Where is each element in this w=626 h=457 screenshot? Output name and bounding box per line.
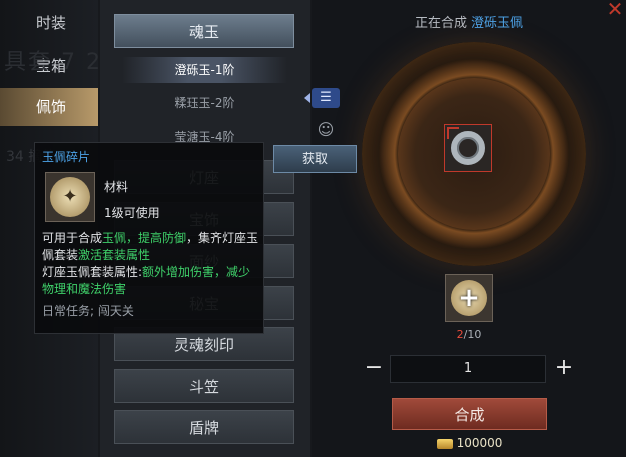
tooltip-item-type: 材料 — [104, 180, 129, 194]
desc-highlight: 玉佩，提高防御 — [102, 231, 187, 245]
tooltip-fragment-mark-icon: ✦ — [62, 186, 78, 207]
desc-highlight: 激活套装属性 — [78, 248, 151, 262]
character-icon[interactable]: ☺ — [316, 120, 336, 142]
category-button-shield[interactable]: 盾牌 — [114, 410, 294, 444]
category-label: 佩饰 — [36, 98, 67, 116]
tooltip-item-name: 玉佩碎片 — [42, 150, 91, 164]
category-header-button[interactable]: 魂玉 — [114, 14, 294, 48]
gold-icon — [436, 438, 453, 449]
material-have: 2 — [456, 328, 464, 341]
obtain-button[interactable]: 获取 — [273, 145, 357, 173]
decrease-quantity-button[interactable]: − — [364, 356, 384, 380]
desc-part: 灯座玉佩套装属性: — [42, 265, 143, 279]
category-accessory[interactable]: 佩饰 — [0, 88, 106, 126]
list-icon[interactable]: ☰ — [312, 88, 340, 108]
material-need: /10 — [463, 328, 482, 341]
synthesis-status: 正在合成 澄砾玉佩 — [312, 12, 626, 31]
cost-value: 100000 — [456, 436, 503, 450]
increase-quantity-button[interactable]: + — [554, 356, 574, 380]
category-fashion[interactable]: 时装 — [0, 4, 98, 42]
add-icon[interactable]: + — [451, 280, 487, 316]
collapse-arrow-icon[interactable] — [304, 93, 310, 103]
synthesize-button[interactable]: 合成 — [392, 398, 547, 430]
tooltip-description: 可用于合成玉佩，提高防御，集齐灯座玉佩套装激活套装属性 灯座玉佩套装属性:额外增… — [42, 230, 260, 298]
category-button-hat[interactable]: 斗笠 — [114, 369, 294, 403]
category-label: 时装 — [36, 14, 67, 32]
sub-item-1[interactable]: 澄砾玉-1阶 — [122, 57, 287, 83]
cost-display: 100000 — [392, 436, 547, 450]
tooltip-item-level: 1级可使用 — [104, 206, 160, 220]
desc-part: 可用于合成 — [42, 231, 103, 245]
status-item-name: 澄砾玉佩 — [471, 16, 524, 31]
sub-item-2[interactable]: 糅珏玉-2阶 — [122, 90, 287, 116]
slot-corner-marker — [447, 127, 459, 139]
quantity-input[interactable]: 1 — [390, 355, 546, 383]
material-count: 2/10 — [445, 328, 493, 341]
status-label: 正在合成 — [414, 16, 467, 31]
tooltip-source: 日常任务; 闯天关 — [42, 304, 134, 318]
